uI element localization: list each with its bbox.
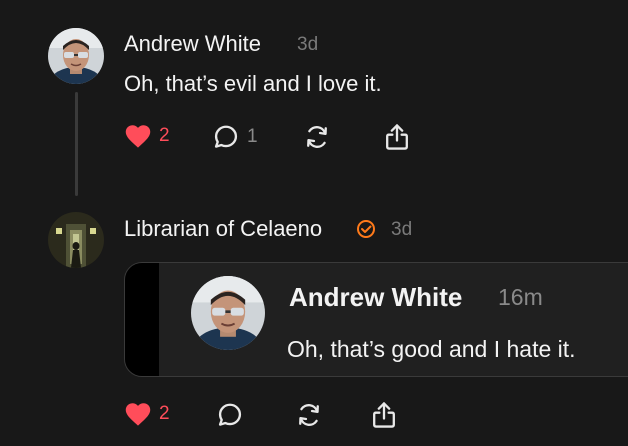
author-name[interactable]: Andrew White [124, 31, 261, 57]
author-name[interactable]: Librarian of Celaeno [124, 216, 322, 242]
repost-icon [307, 126, 327, 148]
reply-button[interactable] [216, 401, 244, 429]
avatar-image [48, 28, 104, 84]
heart-icon [125, 125, 151, 148]
quoted-post-text: Oh, that’s good and I hate it. [287, 336, 576, 362]
post-timestamp[interactable]: 3d [297, 34, 318, 56]
post-text: Oh, that’s evil and I love it. [124, 71, 382, 96]
post-andrew-white: Andrew White 3d Oh, that’s evil and I lo… [0, 0, 628, 200]
avatar-image [48, 212, 104, 268]
like-button[interactable]: 2 [124, 123, 170, 149]
quoted-media-edge [125, 263, 159, 376]
quoted-author-name: Andrew White [289, 282, 463, 312]
avatar-andrew-white[interactable] [48, 28, 104, 84]
like-button[interactable]: 2 [124, 401, 170, 427]
avatar-andrew-white [191, 276, 265, 350]
like-count: 2 [159, 125, 170, 146]
quoted-post-body: Andrew White 16m Oh, that’s good and I h… [159, 263, 628, 376]
repost-button[interactable] [295, 401, 323, 429]
post-timestamp[interactable]: 3d [391, 219, 412, 241]
repost-button[interactable] [303, 123, 331, 151]
like-count: 2 [159, 403, 170, 424]
share-button[interactable] [370, 400, 398, 430]
comment-icon [214, 125, 238, 148]
comment-icon [218, 403, 242, 426]
avatar-image [191, 276, 265, 350]
reply-button[interactable]: 1 [212, 123, 258, 151]
heart-icon [125, 403, 151, 426]
verified-badge-icon [357, 220, 375, 238]
quoted-timestamp: 16m [498, 284, 543, 310]
thread-connector-line [75, 92, 78, 196]
repost-icon [299, 404, 319, 426]
reply-count: 1 [247, 126, 258, 147]
avatar-librarian-of-celaeno[interactable] [48, 212, 104, 268]
share-icon [373, 402, 395, 428]
share-button[interactable] [383, 122, 411, 152]
share-icon [386, 124, 408, 150]
quoted-post-card[interactable]: Andrew White 16m Oh, that’s good and I h… [124, 262, 628, 377]
